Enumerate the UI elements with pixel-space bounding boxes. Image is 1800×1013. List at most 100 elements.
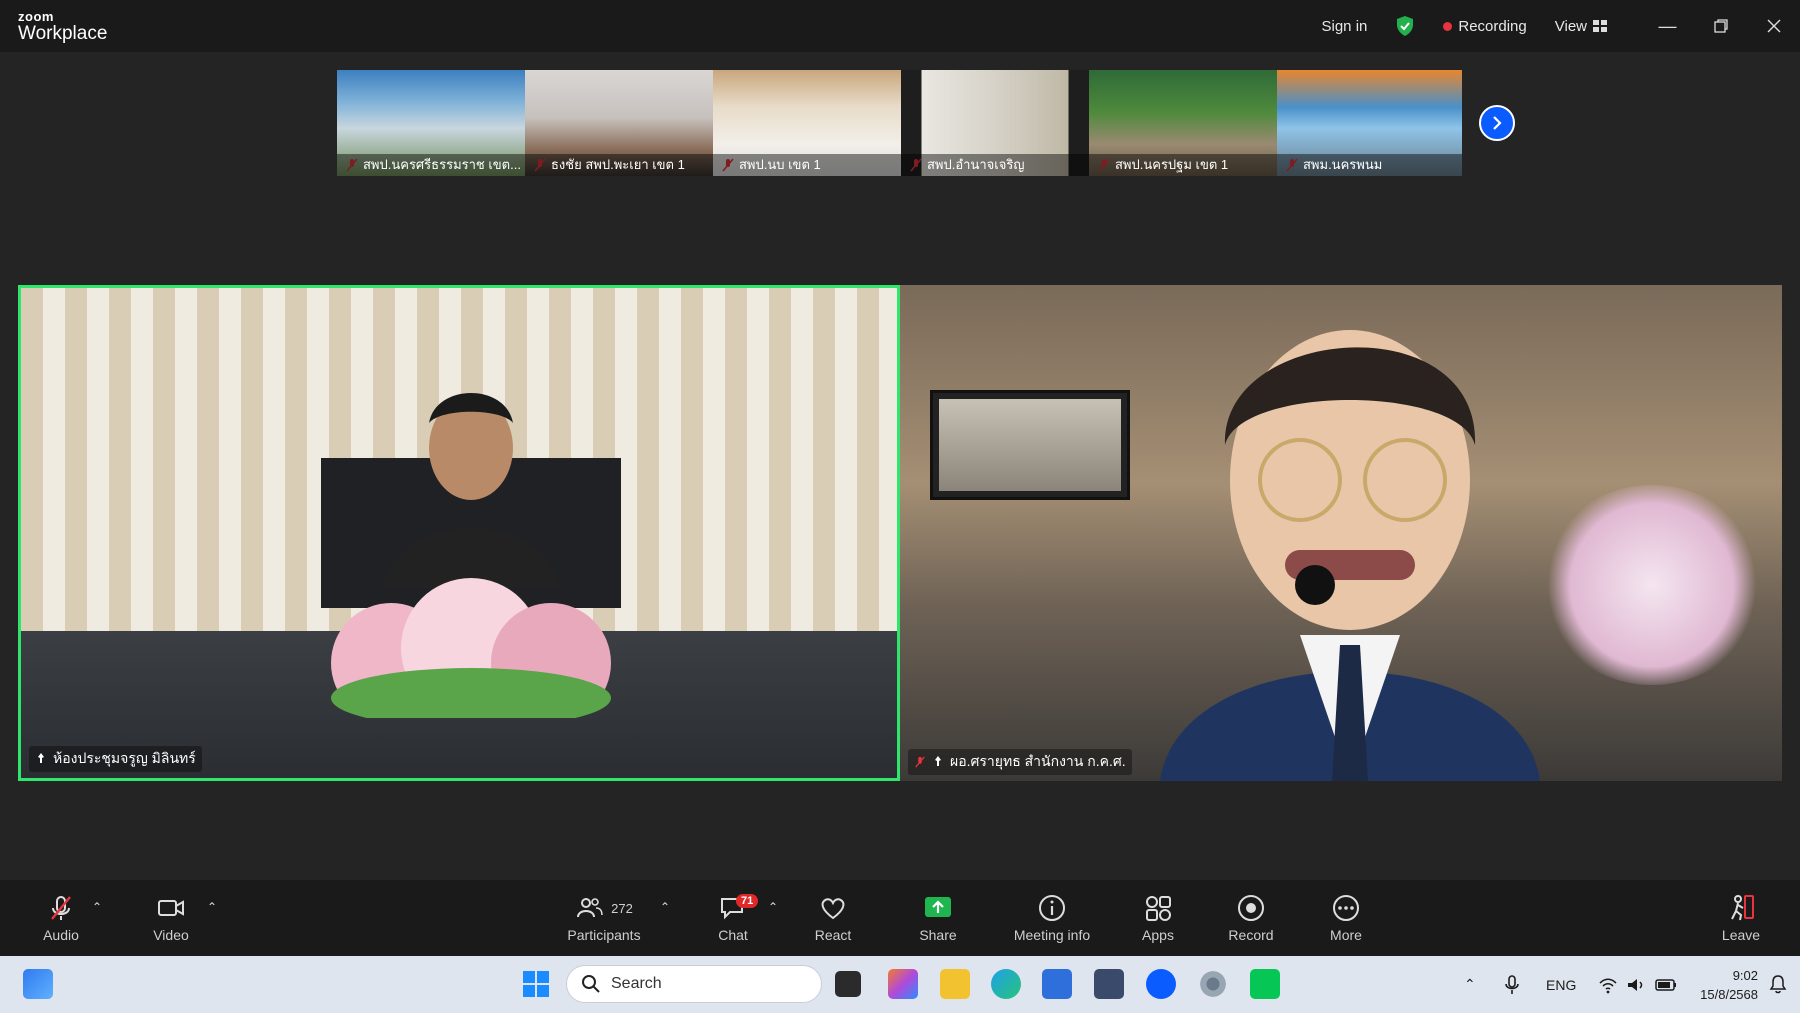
close-button[interactable] bbox=[1747, 0, 1800, 52]
video-name-label: ห้องประชุมจรูญ มิลินทร์ bbox=[29, 746, 202, 772]
thumbnail-label: สพม.นครพนม bbox=[1277, 154, 1462, 176]
apps-label: Apps bbox=[1142, 927, 1174, 943]
video-label: Video bbox=[153, 927, 189, 943]
search-icon bbox=[582, 975, 600, 993]
thumbnail-label: สพป.นครศรีธรรมราช เขต... bbox=[337, 154, 525, 176]
battery-icon bbox=[1655, 978, 1677, 991]
record-button[interactable]: Record bbox=[1228, 880, 1274, 956]
microsoft-store-icon[interactable] bbox=[1042, 969, 1072, 999]
record-label: Record bbox=[1228, 927, 1274, 943]
participant-thumbnail[interactable]: สพป.อำนาจเจริญ bbox=[901, 70, 1089, 176]
close-icon bbox=[1767, 19, 1780, 33]
more-icon bbox=[1333, 895, 1359, 921]
participant-thumbnail-strip: สพป.นครศรีธรรมราช เขต... ธงชัย สพป.พะเยา… bbox=[337, 70, 1462, 176]
audio-button[interactable]: Audio bbox=[40, 880, 82, 956]
participants-icon bbox=[577, 898, 603, 918]
participant-thumbnail[interactable]: ธงชัย สพป.พะเยา เขต 1 bbox=[525, 70, 713, 176]
more-label: More bbox=[1330, 927, 1362, 943]
leave-icon bbox=[1731, 895, 1754, 921]
settings-gear-icon[interactable] bbox=[1198, 969, 1228, 999]
tv-screen bbox=[930, 390, 1130, 500]
participant-thumbnail[interactable]: สพป.นครศรีธรรมราช เขต... bbox=[337, 70, 525, 176]
video-camera-icon bbox=[158, 900, 184, 916]
leave-button[interactable]: Leave bbox=[1720, 880, 1762, 956]
thumbnail-label: สพป.นครปฐม เขต 1 bbox=[1089, 154, 1277, 176]
active-speaker-video[interactable]: ห้องประชุมจรูญ มิลินทร์ bbox=[18, 285, 900, 781]
participant-video[interactable]: ผอ.ศรายุทธ สำนักงาน ก.ค.ศ. bbox=[900, 285, 1782, 781]
audio-options-caret-icon[interactable]: ⌃ bbox=[92, 900, 102, 914]
taskbar-search-box[interactable]: Search bbox=[566, 965, 822, 1003]
video-name-text: ผอ.ศรายุทธ สำนักงาน ก.ค.ศ. bbox=[950, 753, 1126, 769]
edge-browser-icon[interactable] bbox=[991, 969, 1021, 999]
participant-thumbnail[interactable]: สพป.นครปฐม เขต 1 bbox=[1089, 70, 1277, 176]
brand-big: Workplace bbox=[18, 23, 108, 44]
minimize-button[interactable]: — bbox=[1641, 0, 1694, 52]
participant-figure bbox=[1160, 330, 1540, 781]
search-placeholder: Search bbox=[611, 975, 662, 992]
thumbnail-label: ธงชัย สพป.พะเยา เขต 1 bbox=[525, 154, 713, 176]
task-view-icon[interactable] bbox=[835, 971, 861, 997]
chat-unread-badge: 71 bbox=[736, 894, 759, 908]
participants-options-caret-icon[interactable]: ⌃ bbox=[660, 900, 670, 914]
participant-figure bbox=[321, 393, 621, 718]
show-hidden-icons-chevron-icon[interactable]: ⌃ bbox=[1464, 976, 1490, 993]
chat-label: Chat bbox=[718, 927, 748, 943]
thumbnail-label: สพป.นบ เขต 1 bbox=[713, 154, 901, 176]
leave-label: Leave bbox=[1721, 927, 1761, 943]
windows-taskbar: Search ⌃ ENG 9:02 15/8/2568 bbox=[0, 956, 1800, 1013]
sign-in-label: Sign in bbox=[1321, 17, 1368, 35]
widgets-icon[interactable] bbox=[23, 969, 53, 999]
chevron-right-icon bbox=[1493, 116, 1502, 130]
react-button[interactable]: React bbox=[812, 880, 854, 956]
video-options-caret-icon[interactable]: ⌃ bbox=[207, 900, 217, 914]
pin-icon bbox=[935, 756, 941, 766]
file-explorer-icon[interactable] bbox=[940, 969, 970, 999]
share-label: Share bbox=[919, 927, 957, 943]
thumbnail-label: สพป.อำนาจเจริญ bbox=[901, 154, 1089, 176]
app-icon[interactable] bbox=[1094, 969, 1124, 999]
participants-button[interactable]: 272 Participants bbox=[564, 880, 644, 956]
restore-button[interactable] bbox=[1694, 0, 1747, 52]
notification-bell-icon[interactable] bbox=[1768, 974, 1788, 994]
more-button[interactable]: More bbox=[1325, 880, 1367, 956]
encryption-shield-icon[interactable] bbox=[1381, 0, 1429, 52]
sign-in-button[interactable]: Sign in bbox=[1308, 0, 1382, 52]
system-tray: ⌃ ENG bbox=[1464, 956, 1678, 1013]
participant-thumbnail[interactable]: สพม.นครพนม bbox=[1277, 70, 1462, 176]
clock-time: 9:02 bbox=[1732, 968, 1758, 983]
video-name-label: ผอ.ศรายุทธ สำนักงาน ก.ค.ศ. bbox=[908, 749, 1132, 775]
title-bar: zoom Workplace Sign in Recording View — bbox=[0, 0, 1800, 52]
react-label: React bbox=[814, 927, 852, 943]
view-button[interactable]: View bbox=[1541, 0, 1621, 52]
brand-small: zoom bbox=[18, 9, 54, 24]
view-label: View bbox=[1554, 17, 1587, 35]
muted-mic-icon bbox=[915, 756, 925, 768]
next-page-button[interactable] bbox=[1479, 105, 1515, 141]
zoom-app-icon[interactable] bbox=[1146, 969, 1176, 999]
share-button[interactable]: Share bbox=[916, 880, 960, 956]
clock-date: 15/8/2568 bbox=[1700, 987, 1758, 1002]
meeting-info-label: Meeting info bbox=[1013, 927, 1091, 943]
windows-start-icon[interactable] bbox=[521, 969, 551, 999]
recording-dot-icon bbox=[1443, 21, 1453, 31]
recording-indicator[interactable]: Recording bbox=[1429, 0, 1540, 52]
copilot-icon[interactable] bbox=[888, 969, 918, 999]
recording-label: Recording bbox=[1458, 17, 1527, 35]
participant-thumbnail[interactable]: สพป.นบ เขต 1 bbox=[713, 70, 901, 176]
heart-icon bbox=[821, 898, 845, 920]
volume-icon bbox=[1628, 978, 1643, 991]
orchid-flowers bbox=[1542, 485, 1762, 685]
grid-icon bbox=[1593, 20, 1607, 32]
language-indicator[interactable]: ENG bbox=[1546, 977, 1576, 993]
chat-options-caret-icon[interactable]: ⌃ bbox=[768, 900, 778, 914]
video-button[interactable]: Video bbox=[150, 880, 192, 956]
pin-icon bbox=[38, 753, 44, 763]
audio-label: Audio bbox=[43, 927, 79, 943]
taskbar-clock[interactable]: 9:02 15/8/2568 bbox=[1700, 966, 1758, 1004]
wifi-icon bbox=[1599, 977, 1617, 993]
video-name-text: ห้องประชุมจรูญ มิลินทร์ bbox=[53, 750, 196, 766]
meeting-info-button[interactable]: Meeting info bbox=[1010, 880, 1094, 956]
line-app-icon[interactable] bbox=[1250, 969, 1280, 999]
apps-button[interactable]: Apps bbox=[1137, 880, 1179, 956]
chat-button[interactable]: Chat bbox=[712, 880, 754, 956]
